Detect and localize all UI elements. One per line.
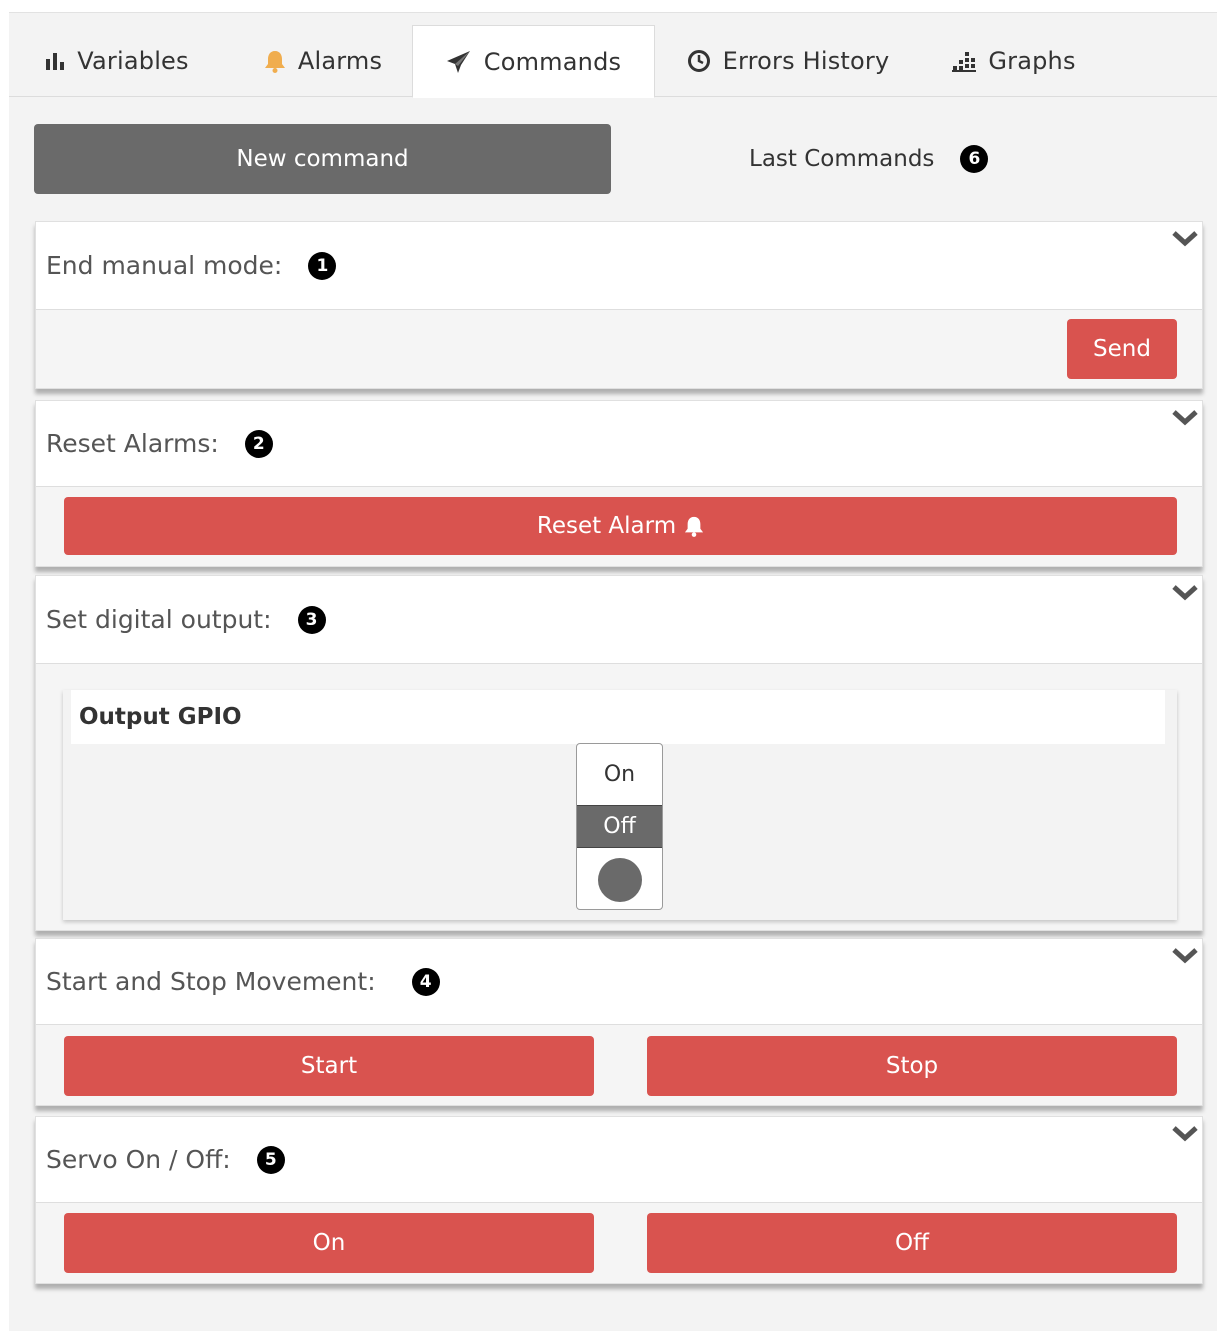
tab-label: Commands xyxy=(483,47,622,76)
chevron-down-icon[interactable] xyxy=(1172,409,1198,427)
panel-servo-on-off: Servo On / Off: 5 On Off xyxy=(35,1116,1203,1284)
panel-title: Reset Alarms: xyxy=(46,429,219,458)
tab-errors-history[interactable]: Errors History xyxy=(685,25,891,97)
new-command-button[interactable]: New command xyxy=(34,124,611,194)
toggle-knob[interactable] xyxy=(577,848,662,909)
panel-header[interactable]: Start and Stop Movement: 4 xyxy=(36,939,1202,1025)
last-commands-label: Last Commands xyxy=(749,146,935,172)
tab-commands[interactable]: Commands xyxy=(412,25,655,98)
servo-on-button[interactable]: On xyxy=(64,1213,594,1273)
toggle-on-option[interactable]: On xyxy=(577,744,662,805)
tab-bar: Variables Alarms Commands Errors History… xyxy=(9,13,1217,98)
chevron-down-icon[interactable] xyxy=(1172,1125,1198,1143)
panel-reset-alarms: Reset Alarms: 2 Reset Alarm xyxy=(35,400,1203,567)
clock-icon xyxy=(687,49,711,73)
chevron-down-icon[interactable] xyxy=(1172,230,1198,248)
stop-button[interactable]: Stop xyxy=(647,1036,1177,1096)
tab-label: Alarms xyxy=(297,47,383,75)
marker-badge: 5 xyxy=(256,1145,285,1174)
panel-title: End manual mode: xyxy=(46,251,283,280)
tab-label: Variables xyxy=(77,47,189,75)
last-commands-link[interactable]: Last Commands 6 xyxy=(749,129,989,189)
toggle-off-option[interactable]: Off xyxy=(577,805,662,848)
panel-header[interactable]: Reset Alarms: 2 xyxy=(36,401,1202,487)
gpio-toggle-switch[interactable]: On Off xyxy=(576,743,663,910)
reset-alarm-button[interactable]: Reset Alarm xyxy=(64,497,1177,555)
tab-variables[interactable]: Variables xyxy=(37,25,197,97)
tab-alarms[interactable]: Alarms xyxy=(253,25,393,97)
marker-badge: 2 xyxy=(244,429,273,458)
panel-title: Start and Stop Movement: xyxy=(46,967,376,996)
bell-icon xyxy=(684,515,704,537)
tab-graphs[interactable]: Graphs xyxy=(944,25,1084,97)
bell-icon xyxy=(264,49,286,73)
paper-plane-icon xyxy=(446,50,472,74)
panel-header[interactable]: Set digital output: 3 xyxy=(36,576,1202,664)
panel-header[interactable]: End manual mode: 1 xyxy=(36,222,1202,310)
tab-label: Graphs xyxy=(988,47,1076,75)
panel-title: Set digital output: xyxy=(46,605,272,634)
tab-label: Errors History xyxy=(722,47,890,75)
commands-page: Variables Alarms Commands Errors History… xyxy=(9,12,1217,1331)
panel-title: Servo On / Off: xyxy=(46,1145,231,1174)
start-button[interactable]: Start xyxy=(64,1036,594,1096)
marker-badge: 6 xyxy=(960,145,989,173)
chevron-down-icon[interactable] xyxy=(1172,947,1198,965)
marker-badge: 4 xyxy=(411,967,440,996)
dotted-chart-icon xyxy=(952,50,977,72)
send-button[interactable]: Send xyxy=(1067,319,1177,379)
bar-chart-icon xyxy=(45,51,65,71)
knob-circle xyxy=(597,857,642,902)
reset-alarm-label: Reset Alarm xyxy=(536,513,677,539)
panel-header[interactable]: Servo On / Off: 5 xyxy=(36,1117,1202,1203)
gpio-card-title: Output GPIO xyxy=(71,690,1165,744)
marker-badge: 3 xyxy=(297,605,326,634)
chevron-down-icon[interactable] xyxy=(1172,584,1198,602)
servo-off-button[interactable]: Off xyxy=(647,1213,1177,1273)
panel-end-manual-mode: End manual mode: 1 Send xyxy=(35,221,1203,389)
marker-badge: 1 xyxy=(308,251,337,280)
panel-start-stop-movement: Start and Stop Movement: 4 Start Stop xyxy=(35,938,1203,1106)
